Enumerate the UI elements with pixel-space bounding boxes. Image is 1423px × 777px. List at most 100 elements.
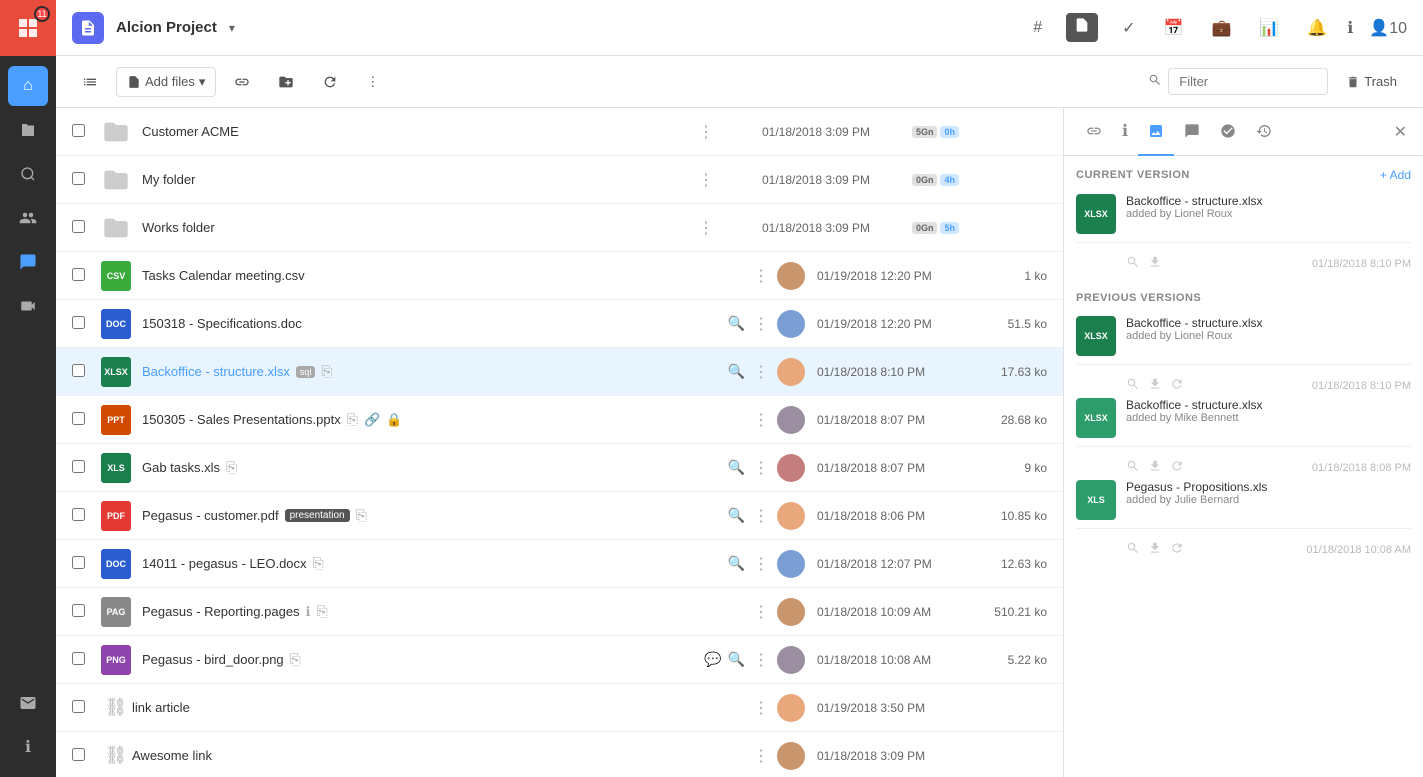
add-files-button[interactable]: Add files ▾ — [116, 67, 216, 97]
table-row[interactable]: PDF Pegasus - customer.pdf presentation … — [56, 492, 1063, 540]
new-folder-button[interactable] — [268, 68, 304, 96]
calendar-icon[interactable]: 📅 — [1160, 14, 1188, 42]
sidebar-item-files[interactable] — [8, 110, 48, 150]
file-menu-button[interactable]: ⋮ — [698, 170, 714, 190]
table-row[interactable]: ⛓ link article ⋮ 01/19/2018 3:50 PM — [56, 684, 1063, 732]
row-checkbox[interactable] — [72, 748, 92, 764]
hash-icon[interactable]: # — [1029, 15, 1046, 41]
search-row-icon[interactable]: 🔍 — [728, 315, 745, 332]
file-menu-button[interactable]: ⋮ — [753, 650, 769, 670]
table-row[interactable]: DOC 14011 - pegasus - LEO.docx ⎘ 🔍 ⋮ 01/… — [56, 540, 1063, 588]
row-checkbox[interactable] — [72, 124, 92, 140]
trash-button[interactable]: Trash — [1336, 68, 1407, 95]
file-menu-button[interactable]: ⋮ — [753, 506, 769, 526]
row-checkbox[interactable] — [72, 604, 92, 620]
add-files-dropdown-icon[interactable]: ▾ — [199, 74, 206, 90]
file-menu-button[interactable]: ⋮ — [753, 410, 769, 430]
user-icon[interactable]: 👤10 — [1369, 18, 1407, 38]
copy-icon3[interactable]: ⎘ — [226, 459, 237, 476]
bell-icon[interactable]: 🔔 — [1303, 14, 1331, 42]
version-search-icon[interactable] — [1126, 255, 1140, 272]
table-row[interactable]: Customer ACME ⋮ 01/18/2018 3:09 PM 5Gn 0… — [56, 108, 1063, 156]
info-icon[interactable]: ℹ — [1347, 18, 1353, 38]
file-menu-button[interactable]: ⋮ — [753, 698, 769, 718]
list-view-button[interactable] — [72, 68, 108, 96]
version-search-icon[interactable] — [1126, 541, 1140, 558]
tab-versions[interactable] — [1138, 108, 1174, 156]
lock-icon[interactable]: 🔒 — [386, 412, 402, 428]
project-chevron[interactable]: ▾ — [229, 21, 235, 35]
row-checkbox[interactable] — [72, 364, 92, 380]
file-menu-button[interactable]: ⋮ — [753, 266, 769, 286]
table-row[interactable]: PPT 150305 - Sales Presentations.pptx ⎘ … — [56, 396, 1063, 444]
table-row[interactable]: DOC 150318 - Specifications.doc 🔍 ⋮ 01/1… — [56, 300, 1063, 348]
briefcase-icon[interactable]: 💼 — [1207, 14, 1235, 42]
version-refresh-icon[interactable] — [1170, 377, 1184, 394]
more-button[interactable]: ⋮ — [356, 68, 389, 96]
file-menu-button[interactable]: ⋮ — [753, 362, 769, 382]
table-row[interactable]: XLSX Backoffice - structure.xlsx sql ⎘ 🔍… — [56, 348, 1063, 396]
table-row[interactable]: CSV Tasks Calendar meeting.csv ⋮ 01/19/2… — [56, 252, 1063, 300]
row-checkbox[interactable] — [72, 700, 92, 716]
tab-check[interactable] — [1210, 108, 1246, 156]
project-logo[interactable] — [72, 12, 104, 44]
version-refresh-icon[interactable] — [1170, 459, 1184, 476]
copy-icon2[interactable]: ⎘ — [347, 411, 358, 428]
row-checkbox[interactable] — [72, 172, 92, 188]
check-icon[interactable]: ✓ — [1118, 14, 1139, 42]
version-download-icon[interactable] — [1148, 377, 1162, 394]
chart-icon[interactable]: 📊 — [1255, 14, 1283, 42]
tab-comment[interactable] — [1174, 108, 1210, 156]
files-icon[interactable] — [1066, 13, 1098, 42]
copy-icon5[interactable]: ⎘ — [313, 555, 324, 572]
table-row[interactable]: My folder ⋮ 01/18/2018 3:09 PM 0Gn 4h — [56, 156, 1063, 204]
file-menu-button[interactable]: ⋮ — [753, 458, 769, 478]
copy-icon[interactable]: ⎘ — [321, 363, 332, 380]
table-row[interactable]: PAG Pegasus - Reporting.pages ℹ ⎘ ⋮ 01/1… — [56, 588, 1063, 636]
link-button[interactable] — [224, 68, 260, 96]
row-checkbox[interactable] — [72, 412, 92, 428]
table-row[interactable]: XLS Gab tasks.xls ⎘ 🔍 ⋮ 01/18/2018 8:07 … — [56, 444, 1063, 492]
sidebar-item-mail[interactable] — [8, 683, 48, 723]
row-checkbox[interactable] — [72, 220, 92, 236]
filter-input[interactable] — [1168, 68, 1328, 95]
app-logo[interactable]: 11 — [0, 0, 56, 56]
file-menu-button[interactable]: ⋮ — [753, 602, 769, 622]
version-refresh-icon[interactable] — [1170, 541, 1184, 558]
file-menu-button[interactable]: ⋮ — [753, 314, 769, 334]
tab-link[interactable] — [1076, 108, 1112, 156]
chat-icon[interactable]: 💬 — [704, 651, 721, 668]
search-row-icon[interactable]: 🔍 — [728, 555, 745, 572]
file-menu-button[interactable]: ⋮ — [753, 746, 769, 766]
search-row-icon[interactable]: 🔍 — [728, 651, 745, 668]
table-row[interactable]: ⛓ Awesome link ⋮ 01/18/2018 3:09 PM — [56, 732, 1063, 777]
sidebar-item-search[interactable] — [8, 154, 48, 194]
tab-info[interactable]: ℹ — [1112, 108, 1138, 156]
version-download-icon[interactable] — [1148, 459, 1162, 476]
search-row-icon[interactable]: 🔍 — [728, 507, 745, 524]
add-version-button[interactable]: + Add — [1380, 168, 1411, 182]
table-row[interactable]: Works folder ⋮ 01/18/2018 3:09 PM 0Gn 5h — [56, 204, 1063, 252]
copy-icon4[interactable]: ⎘ — [356, 507, 367, 524]
sidebar-item-info[interactable]: ℹ — [8, 727, 48, 767]
row-checkbox[interactable] — [72, 652, 92, 668]
file-menu-button[interactable]: ⋮ — [753, 554, 769, 574]
file-menu-button[interactable]: ⋮ — [698, 218, 714, 238]
search-row-icon[interactable]: 🔍 — [728, 459, 745, 476]
sidebar-item-video[interactable] — [8, 286, 48, 326]
version-download-icon[interactable] — [1148, 255, 1162, 272]
sidebar-item-home[interactable]: ⌂ — [8, 66, 48, 106]
sidebar-item-chat[interactable] — [8, 242, 48, 282]
action-button[interactable] — [312, 68, 348, 96]
version-search-icon[interactable] — [1126, 377, 1140, 394]
search-row-icon[interactable]: 🔍 — [728, 363, 745, 380]
link-icon2[interactable]: 🔗 — [364, 412, 380, 428]
table-row[interactable]: PNG Pegasus - bird_door.png ⎘ 💬 🔍 ⋮ 01/1… — [56, 636, 1063, 684]
row-checkbox[interactable] — [72, 556, 92, 572]
copy-icon6[interactable]: ⎘ — [317, 603, 328, 620]
row-checkbox[interactable] — [72, 460, 92, 476]
row-checkbox[interactable] — [72, 508, 92, 524]
row-checkbox[interactable] — [72, 268, 92, 284]
file-menu-button[interactable]: ⋮ — [698, 122, 714, 142]
copy-icon7[interactable]: ⎘ — [290, 651, 301, 668]
